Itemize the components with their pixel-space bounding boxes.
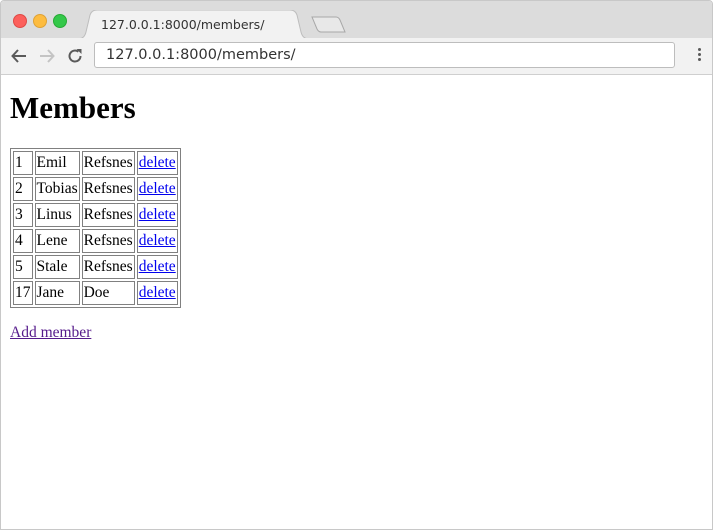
member-id: 17 (13, 281, 33, 306)
delete-link[interactable]: delete (139, 180, 176, 197)
member-action-cell: delete (136, 229, 178, 254)
table-row: 3 Linus Refsnes delete (13, 203, 178, 228)
member-first-name: Stale (34, 255, 80, 280)
member-first-name: Tobias (34, 177, 80, 202)
member-id: 5 (13, 255, 33, 280)
delete-link[interactable]: delete (139, 258, 176, 275)
reload-button[interactable] (66, 47, 84, 65)
member-first-name: Lene (34, 229, 80, 254)
member-last-name: Refsnes (81, 229, 135, 254)
arrow-left-icon (11, 49, 26, 63)
browser-window: 127.0.0.1:8000/members/ 127.0.0.1:8000/m… (0, 0, 713, 530)
member-first-name: Emil (34, 151, 80, 176)
tab-strip: 127.0.0.1:8000/members/ (1, 1, 712, 39)
member-action-cell: delete (136, 281, 178, 306)
tab-active[interactable]: 127.0.0.1:8000/members/ (77, 10, 310, 39)
table-row: 17 Jane Doe delete (13, 281, 178, 306)
member-action-cell: delete (136, 255, 178, 280)
toolbar: 127.0.0.1:8000/members/ (1, 38, 712, 75)
member-id: 1 (13, 151, 33, 176)
member-last-name: Refsnes (81, 255, 135, 280)
back-button[interactable] (10, 47, 28, 65)
page-title: Members (10, 90, 136, 125)
maximize-window-button[interactable] (53, 14, 67, 28)
menu-dot-icon (697, 48, 701, 51)
delete-link[interactable]: delete (139, 284, 176, 301)
page-content: Members 1 Emil Refsnes delete 2 Tobias R… (1, 89, 712, 342)
member-first-name: Jane (34, 281, 80, 306)
delete-link[interactable]: delete (139, 154, 176, 171)
menu-dot-icon (697, 53, 701, 56)
member-action-cell: delete (136, 203, 178, 228)
member-id: 2 (13, 177, 33, 202)
reload-icon (68, 49, 82, 63)
member-first-name: Linus (34, 203, 80, 228)
address-bar[interactable]: 127.0.0.1:8000/members/ (94, 42, 675, 68)
member-id: 4 (13, 229, 33, 254)
table-row: 2 Tobias Refsnes delete (13, 177, 178, 202)
tab-title: 127.0.0.1:8000/members/ (101, 17, 265, 32)
close-window-button[interactable] (13, 14, 27, 28)
add-member-link[interactable]: Add member (10, 324, 91, 342)
forward-button[interactable] (38, 47, 56, 65)
minimize-window-button[interactable] (33, 14, 47, 28)
member-last-name: Refsnes (81, 151, 135, 176)
member-last-name: Refsnes (81, 203, 135, 228)
delete-link[interactable]: delete (139, 206, 176, 223)
member-id: 3 (13, 203, 33, 228)
table-row: 5 Stale Refsnes delete (13, 255, 178, 280)
menu-button[interactable] (696, 48, 702, 64)
table-row: 4 Lene Refsnes delete (13, 229, 178, 254)
members-table: 1 Emil Refsnes delete 2 Tobias Refsnes d… (10, 148, 181, 309)
delete-link[interactable]: delete (139, 232, 176, 249)
menu-dot-icon (697, 58, 701, 61)
member-action-cell: delete (136, 177, 178, 202)
arrow-right-icon (40, 49, 55, 63)
table-row: 1 Emil Refsnes delete (13, 151, 178, 176)
url-text: 127.0.0.1:8000/members/ (106, 47, 296, 63)
new-tab-button[interactable] (311, 16, 347, 34)
member-last-name: Doe (81, 281, 135, 306)
member-action-cell: delete (136, 151, 178, 176)
member-last-name: Refsnes (81, 177, 135, 202)
